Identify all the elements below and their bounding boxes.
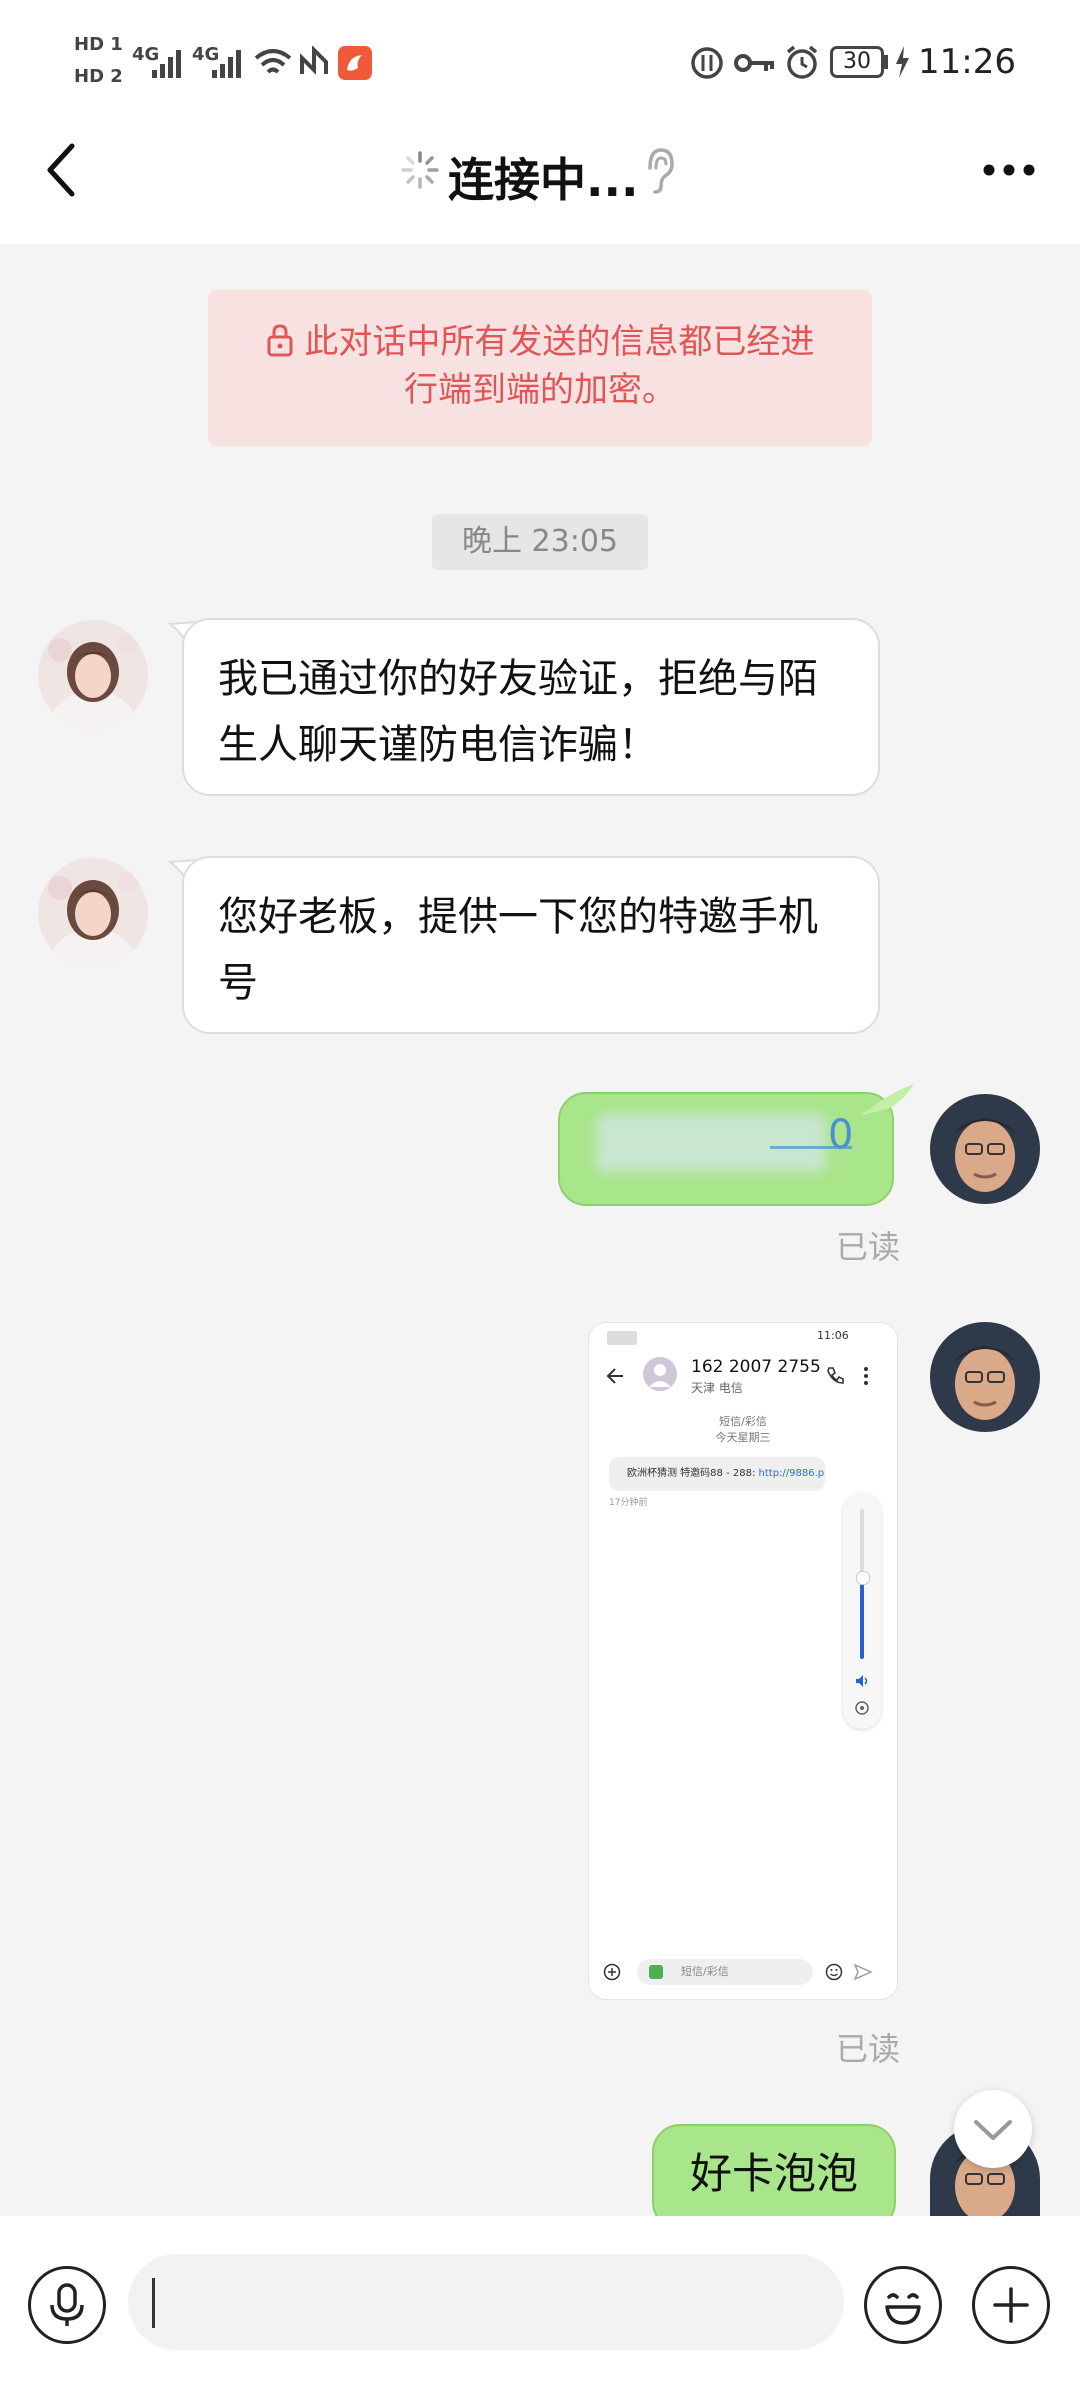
timestamp-chip: 晚上 23:05 — [432, 514, 648, 570]
loading-spinner-icon — [401, 151, 439, 189]
message-text: 我已通过你的好友验证，拒绝与陌生人聊天谨防电信诈骗！ — [218, 656, 818, 768]
app-notification-icon — [338, 46, 372, 80]
sim1-indicator: HD 1 — [74, 34, 123, 55]
alarm-icon — [786, 45, 818, 79]
chevron-down-icon — [974, 2120, 1012, 2140]
signal-icon — [152, 50, 181, 78]
message-text: 您好老板，提供一下您的特邀手机号 — [218, 894, 818, 1006]
emoji-icon — [885, 2293, 921, 2325]
blurred-content — [596, 1114, 826, 1172]
inner-contact-avatar — [643, 1357, 677, 1391]
lock-icon — [267, 324, 293, 357]
charging-icon — [896, 46, 909, 78]
inner-contact-sub: 天津 电信 — [691, 1381, 743, 1395]
inner-speaker-icon — [856, 1675, 868, 1687]
inner-sms-text: 欧洲杯猜测 特邀码88 - 288: — [627, 1468, 756, 1479]
ear-icon[interactable] — [642, 146, 676, 196]
plus-icon — [993, 2287, 1029, 2323]
key-icon — [734, 54, 774, 72]
contact-avatar[interactable] — [38, 620, 148, 730]
sent-image-message[interactable]: 11:06 162 2007 2755 天津 电信 短信/彩信 今天星期三 欧洲… — [588, 1322, 898, 2000]
sim2-indicator: HD 2 — [74, 66, 123, 87]
page-title: 连接中... — [448, 153, 639, 207]
my-avatar[interactable] — [930, 1322, 1040, 1432]
inner-sms-label: 短信/彩信 — [719, 1415, 767, 1428]
inner-time: 11:06 — [817, 1329, 849, 1342]
inner-contact-number: 162 2007 2755 — [691, 1357, 821, 1377]
contact-avatar[interactable] — [38, 858, 148, 968]
more-actions-button[interactable] — [972, 2266, 1050, 2344]
encryption-notice: 此对话中所有发送的信息都已经进行端到端的加密。 — [208, 290, 872, 446]
message-text: 0 — [828, 1112, 854, 1158]
mic-icon — [50, 2283, 84, 2326]
inner-add-icon — [603, 1963, 621, 1981]
status-bar: HD 1 HD 2 4G 4G 30 11:26 — [0, 0, 1080, 120]
inner-status-icons — [607, 1331, 637, 1345]
inner-input: 短信/彩信 — [637, 1959, 813, 1985]
message-bubble[interactable]: 您好老板，提供一下您的特邀手机号 — [182, 856, 880, 1034]
inner-more-icon — [864, 1367, 868, 1385]
inner-date-label: 今天星期三 — [715, 1431, 771, 1444]
data-saver-icon — [691, 47, 723, 79]
inner-emoji-icon — [825, 1963, 843, 1981]
message-text: 好卡泡泡 — [689, 2149, 858, 2198]
message-bubble[interactable]: 我已通过你的好友验证，拒绝与陌生人聊天谨防电信诈骗！ — [182, 618, 880, 796]
more-options-icon[interactable] — [982, 158, 1036, 182]
bubble-tail — [860, 1084, 914, 1116]
sent-message-bubble[interactable]: 好卡泡泡 — [652, 2124, 896, 2230]
battery-indicator: 30 — [830, 46, 884, 78]
encryption-text: 此对话中所有发送的信息都已经进行端到端的加密。 — [304, 322, 815, 410]
back-arrow-icon[interactable] — [40, 140, 84, 200]
inner-phone-icon — [827, 1367, 844, 1384]
inner-send-icon — [853, 1963, 873, 1981]
inner-settings-icon — [855, 1701, 869, 1715]
inner-sms-bubble: 欧洲杯猜测 特邀码88 - 288: http://9886.pro — [609, 1457, 825, 1491]
wifi-icon — [254, 49, 292, 74]
message-input[interactable] — [128, 2254, 844, 2350]
text-cursor — [152, 2278, 155, 2328]
my-avatar[interactable] — [930, 1094, 1040, 1204]
nfc-icon — [300, 46, 328, 75]
sent-message-bubble[interactable]: 0 — [558, 1092, 894, 1206]
clock: 11:26 — [918, 42, 1016, 82]
inner-back-icon — [606, 1368, 623, 1384]
inner-volume-panel — [843, 1493, 881, 1729]
signal-icon — [212, 50, 241, 78]
read-receipt: 已读 — [836, 2030, 901, 2068]
inner-input-placeholder: 短信/彩信 — [681, 1965, 729, 1978]
scroll-to-bottom-button[interactable] — [954, 2090, 1032, 2168]
inner-sms-time: 17分钟前 — [609, 1498, 648, 1508]
inner-sms-link: http://9886.pro — [758, 1468, 825, 1479]
emoji-button[interactable] — [864, 2266, 942, 2344]
voice-input-button[interactable] — [28, 2266, 106, 2344]
read-receipt: 已读 — [836, 1228, 901, 1266]
battery-tip — [884, 55, 888, 69]
